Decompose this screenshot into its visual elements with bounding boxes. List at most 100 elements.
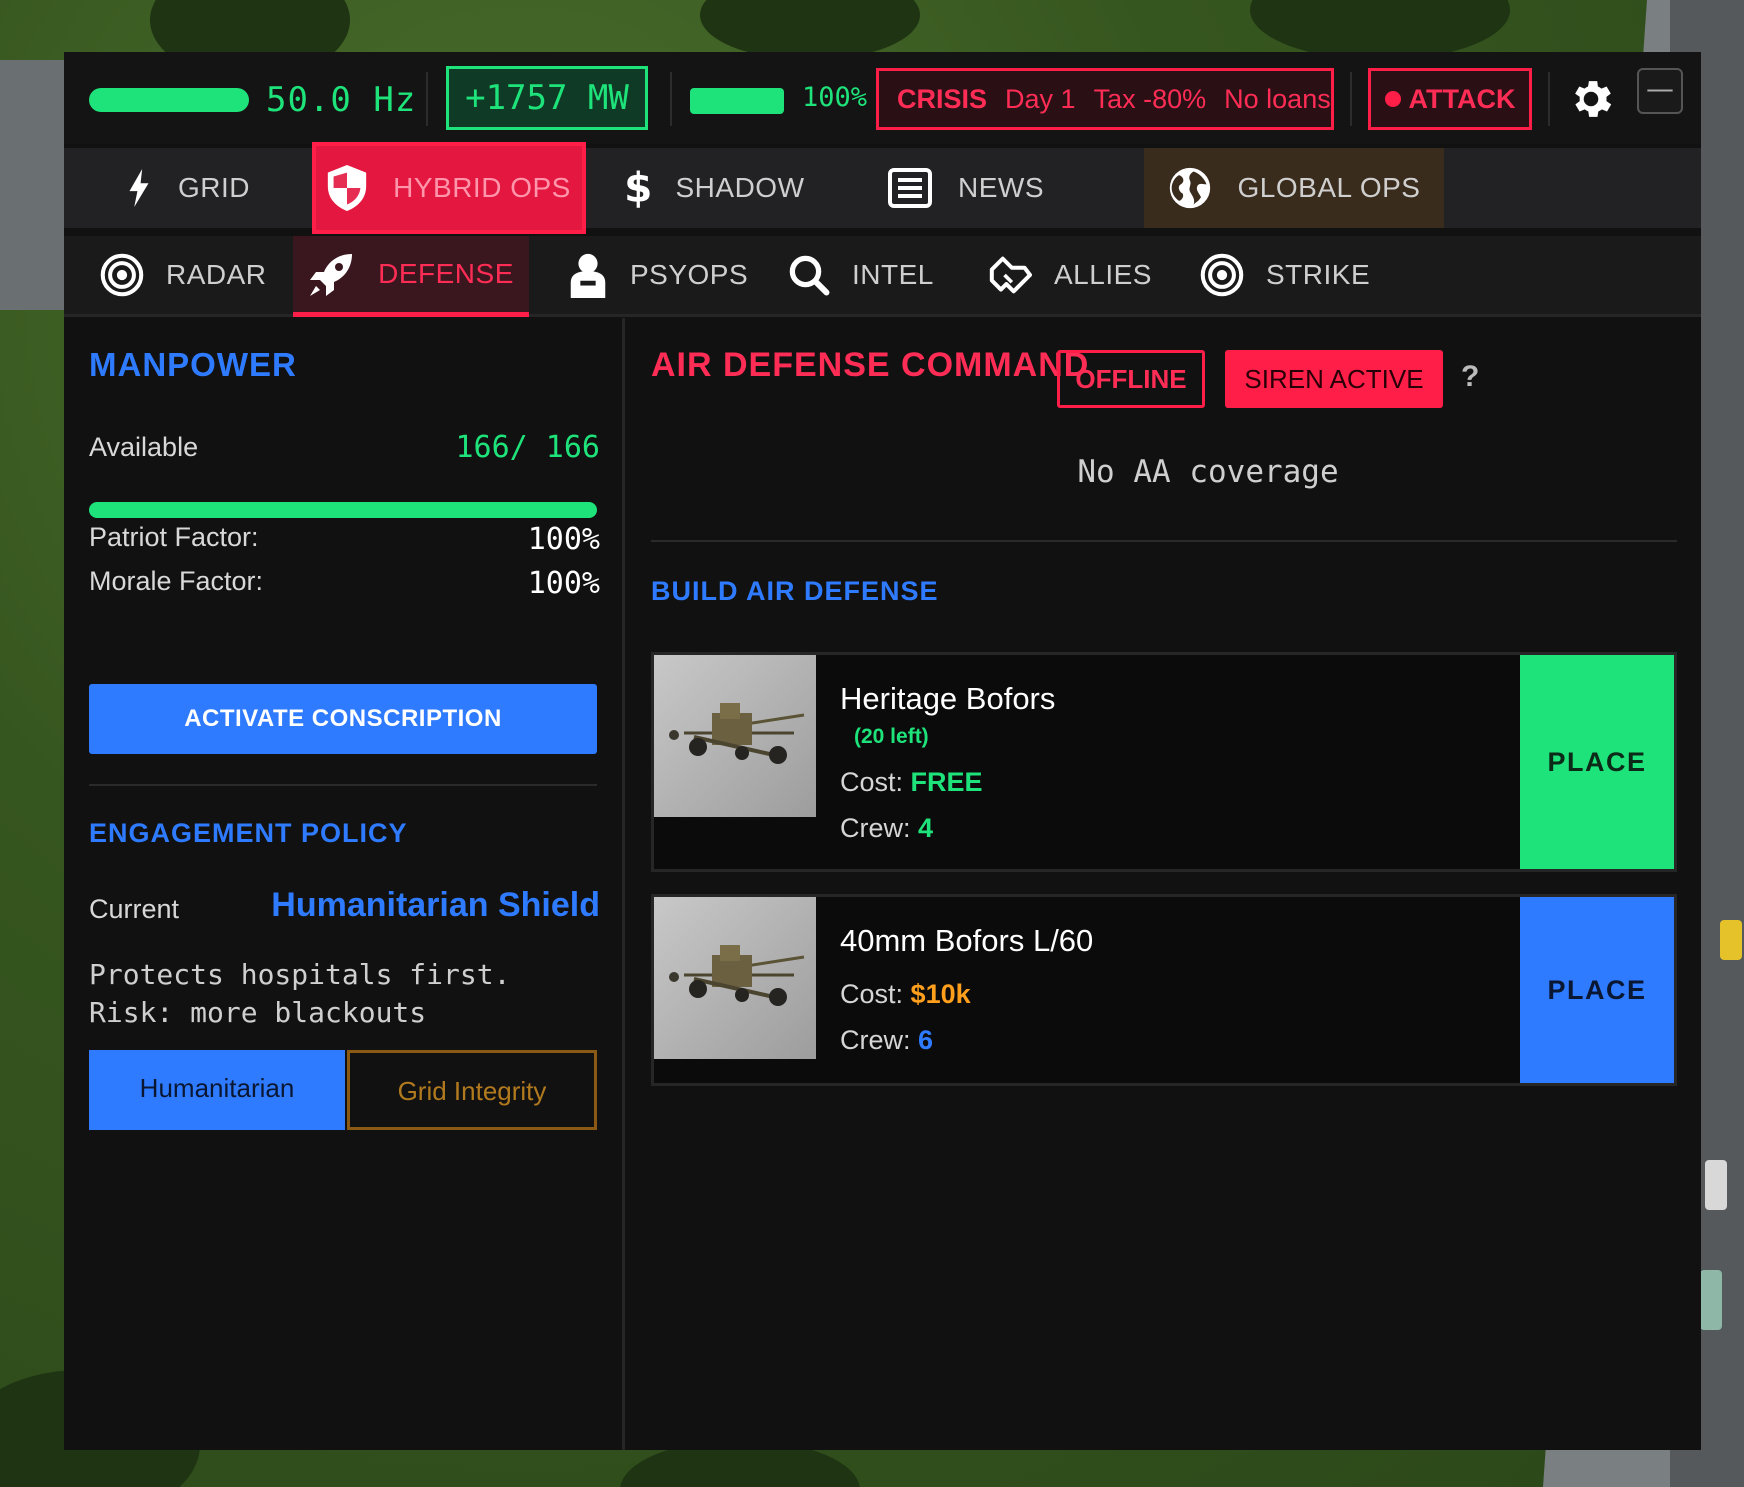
divider bbox=[651, 540, 1677, 542]
available-label: Available bbox=[89, 432, 199, 462]
subtab-intel[interactable]: INTEL bbox=[788, 236, 934, 314]
tab-label: HYBRID OPS bbox=[393, 172, 571, 203]
divider bbox=[426, 72, 428, 126]
sub-tabs: RADAR DEFENSE PSYOPS INTEL ALLIES STRIKE bbox=[64, 236, 1701, 317]
frequency-bar bbox=[89, 88, 249, 112]
bofors-gun-image bbox=[654, 897, 816, 1059]
tab-hybrid-ops[interactable]: HYBRID OPS bbox=[312, 142, 586, 234]
power-delta-readout: +1757 MW bbox=[446, 66, 648, 130]
unit-crew: Crew: 4 bbox=[840, 813, 933, 844]
unit-name: Heritage Bofors bbox=[840, 681, 1056, 716]
siren-active-button[interactable]: SIREN ACTIVE bbox=[1225, 350, 1443, 408]
tab-shadow[interactable]: $ SHADOW bbox=[586, 148, 840, 228]
bofors-gun-image bbox=[654, 655, 816, 817]
crew-value: 6 bbox=[918, 1025, 934, 1055]
available-value: 166/ 166 bbox=[455, 430, 601, 465]
gear-icon[interactable] bbox=[1566, 74, 1616, 124]
subtab-label: PSYOPS bbox=[630, 259, 749, 290]
patriot-factor-label: Patriot Factor: bbox=[89, 522, 259, 552]
help-icon[interactable]: ? bbox=[1461, 360, 1479, 394]
build-air-defense-title: BUILD AIR DEFENSE bbox=[651, 576, 939, 606]
divider bbox=[1350, 72, 1352, 126]
battery-percent: 100% bbox=[802, 82, 868, 113]
cost-value: FREE bbox=[910, 767, 983, 797]
tab-grid[interactable]: GRID bbox=[64, 148, 312, 228]
divider bbox=[89, 784, 597, 786]
crisis-loans: No loans bbox=[1224, 83, 1331, 114]
lightning-icon bbox=[129, 169, 149, 207]
globe-icon bbox=[1169, 167, 1210, 209]
unit-crew: Crew: 6 bbox=[840, 1025, 933, 1056]
manpower-title: MANPOWER bbox=[89, 346, 297, 383]
road bbox=[0, 60, 70, 310]
morale-factor-label: Morale Factor: bbox=[89, 566, 264, 596]
manpower-bar bbox=[89, 502, 597, 518]
newspaper-icon bbox=[888, 168, 932, 208]
patriot-factor-value: 100% bbox=[527, 522, 600, 557]
rocket-icon bbox=[310, 254, 353, 296]
activate-conscription-button[interactable]: ACTIVATE CONSCRIPTION bbox=[89, 684, 597, 754]
subtab-strike[interactable]: STRIKE bbox=[1200, 236, 1370, 314]
target-icon bbox=[1200, 253, 1244, 297]
search-icon bbox=[789, 255, 830, 296]
car bbox=[1705, 1160, 1727, 1210]
subtab-label: STRIKE bbox=[1266, 259, 1371, 290]
attack-button[interactable]: ATTACK bbox=[1368, 68, 1532, 130]
coverage-status: No AA coverage bbox=[1077, 454, 1339, 490]
tab-news[interactable]: NEWS bbox=[840, 148, 1092, 228]
morale-factor-value: 100% bbox=[527, 566, 600, 601]
shield-icon bbox=[327, 165, 367, 211]
air-defense-section: AIR DEFENSE COMMAND OFFLINE SIREN ACTIVE… bbox=[625, 318, 1701, 1450]
crisis-tax: Tax -80% bbox=[1093, 83, 1207, 114]
tab-label: NEWS bbox=[958, 172, 1044, 203]
place-button[interactable]: PLACE bbox=[1520, 655, 1674, 869]
cost-label: Cost: bbox=[840, 979, 904, 1009]
subtab-psyops[interactable]: PSYOPS bbox=[568, 236, 748, 314]
subtab-label: RADAR bbox=[166, 259, 267, 290]
subtab-defense[interactable]: DEFENSE bbox=[293, 236, 529, 317]
manpower-section: MANPOWER Available 166/ 166 Patriot Fact… bbox=[64, 318, 625, 1450]
unit-name: 40mm Bofors L/60 bbox=[840, 923, 1094, 958]
status-badge-offline: OFFLINE bbox=[1057, 350, 1205, 408]
tab-global-ops[interactable]: GLOBAL OPS bbox=[1144, 148, 1444, 228]
crew-label: Crew: bbox=[840, 1025, 911, 1055]
current-policy-label: Current bbox=[89, 894, 180, 924]
minimize-button[interactable]: — bbox=[1637, 68, 1683, 114]
tree bbox=[700, 0, 920, 60]
divider bbox=[670, 72, 672, 126]
subtab-allies[interactable]: ALLIES bbox=[988, 236, 1152, 314]
grid-integrity-policy-button[interactable]: Grid Integrity bbox=[347, 1050, 597, 1130]
car bbox=[1700, 1270, 1722, 1330]
record-dot-icon bbox=[1384, 91, 1401, 107]
unit-cost: Cost: $10k bbox=[840, 979, 971, 1010]
crew-value: 4 bbox=[918, 813, 934, 843]
crisis-label: CRISIS bbox=[897, 83, 988, 114]
place-button[interactable]: PLACE bbox=[1520, 897, 1674, 1083]
policy-description: Protects hospitals first. Risk: more bla… bbox=[89, 958, 511, 1029]
crew-label: Crew: bbox=[840, 813, 911, 843]
subtab-label: DEFENSE bbox=[378, 258, 514, 289]
current-policy-value: Humanitarian Shield bbox=[271, 886, 600, 924]
handshake-icon bbox=[989, 256, 1032, 294]
air-defense-title: AIR DEFENSE COMMAND bbox=[651, 346, 1090, 384]
subtab-radar[interactable]: RADAR bbox=[100, 236, 267, 314]
status-bar: 50.0 Hz +1757 MW 100% CRISIS Day 1 Tax -… bbox=[64, 52, 1701, 144]
cost-label: Cost: bbox=[840, 767, 904, 797]
humanitarian-policy-button[interactable]: Humanitarian bbox=[89, 1050, 345, 1130]
subtab-label: ALLIES bbox=[1054, 259, 1152, 290]
car bbox=[1720, 920, 1742, 960]
engagement-policy-title: ENGAGEMENT POLICY bbox=[89, 818, 408, 848]
frequency-readout: 50.0 Hz bbox=[266, 80, 417, 120]
crisis-day: Day 1 bbox=[1005, 83, 1076, 114]
divider bbox=[1548, 72, 1550, 126]
subtab-label: INTEL bbox=[852, 259, 934, 290]
air-defense-unit-card: 40mm Bofors L/60 Cost: $10k Crew: 6 PLAC… bbox=[651, 894, 1677, 1086]
main-tabs: GRID HYBRID OPS $ SHADOW NEWS bbox=[64, 142, 1701, 234]
tree bbox=[1250, 0, 1510, 60]
dollar-icon: $ bbox=[624, 166, 650, 210]
brain-icon bbox=[570, 253, 606, 298]
hybrid-ops-panel: 50.0 Hz +1757 MW 100% CRISIS Day 1 Tax -… bbox=[64, 52, 1701, 1450]
air-defense-unit-card: Heritage Bofors (20 left) Cost: FREE Cre… bbox=[651, 652, 1677, 872]
unit-remaining: (20 left) bbox=[854, 725, 929, 748]
crisis-banner[interactable]: CRISIS Day 1 Tax -80% No loans bbox=[876, 68, 1334, 130]
